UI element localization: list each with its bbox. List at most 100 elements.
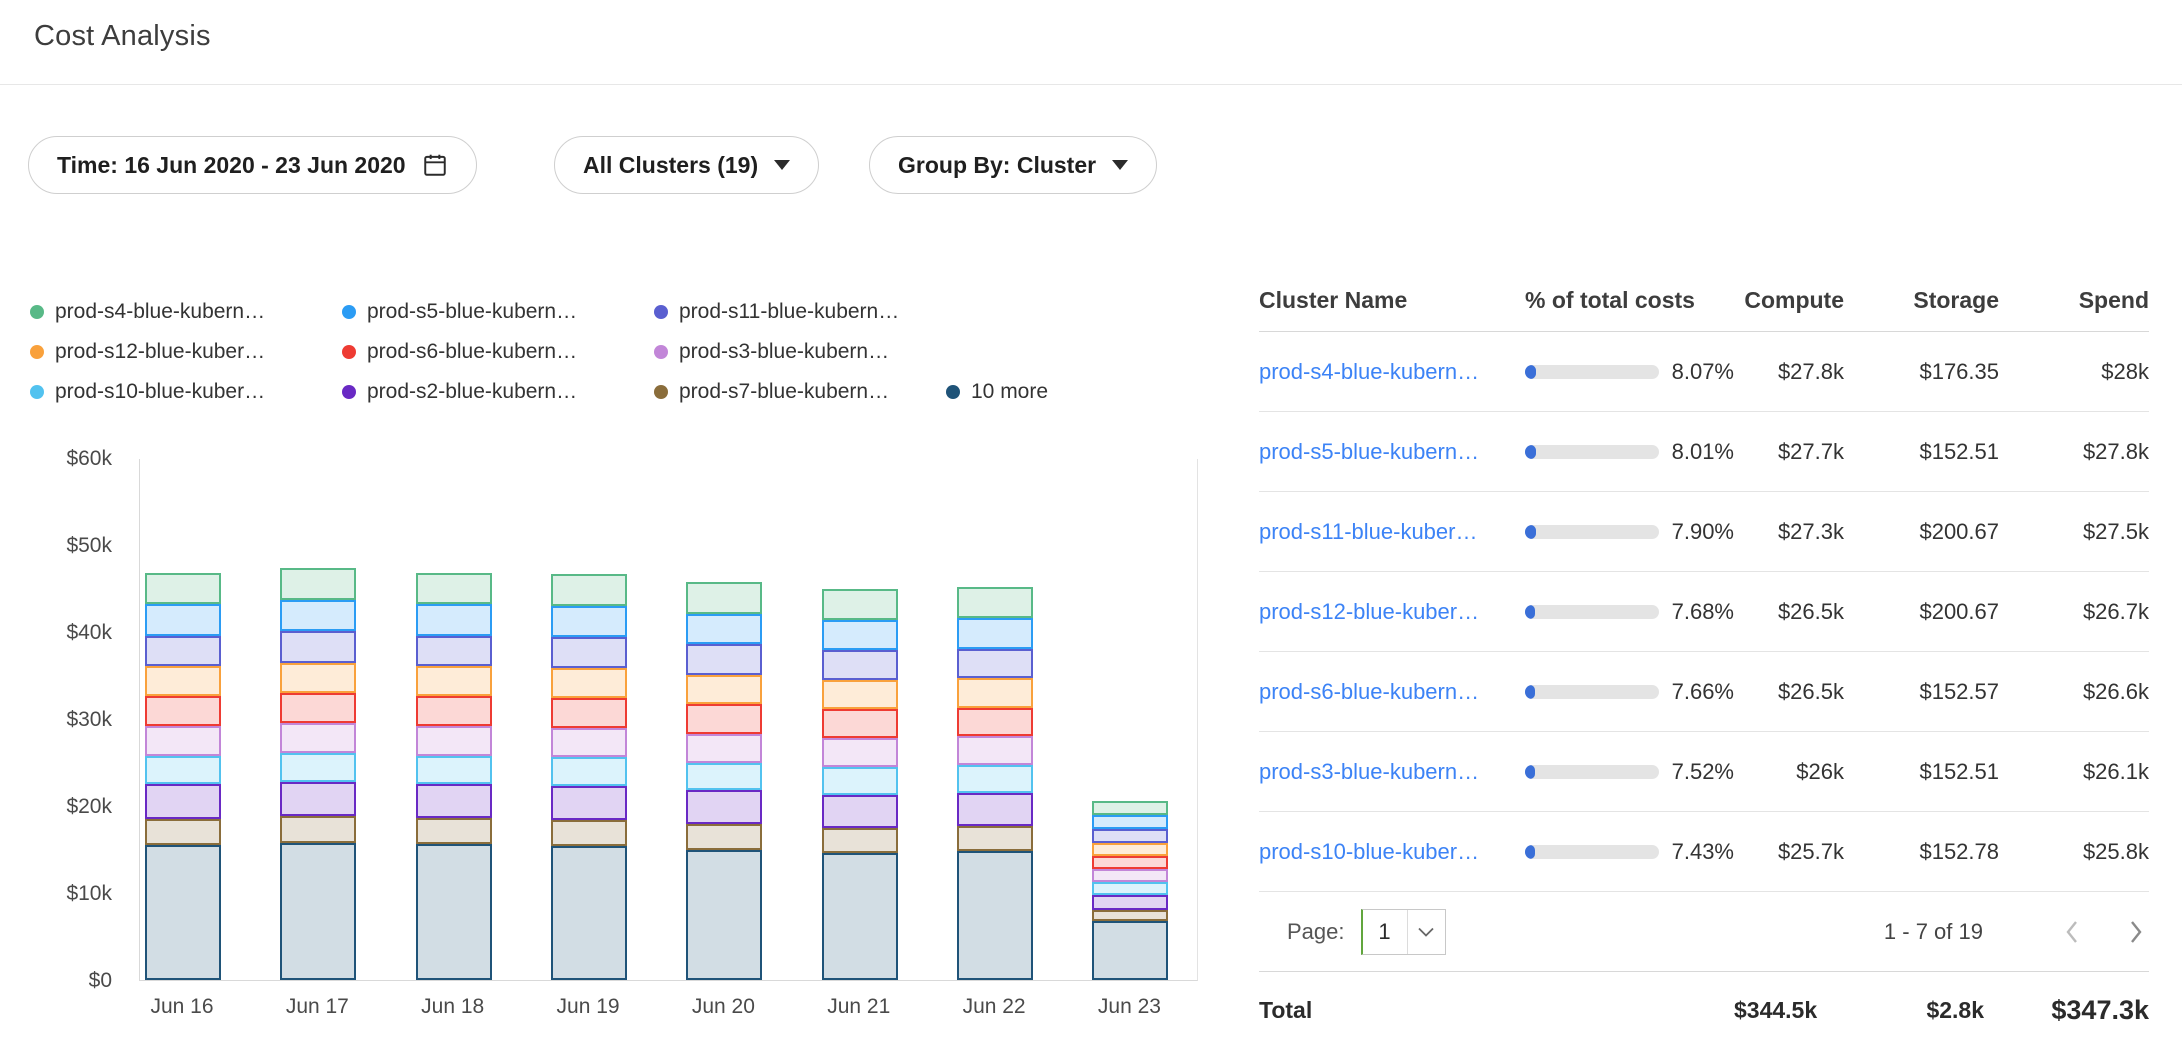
bar-segment-prod-s7-blue-kubern[interactable] xyxy=(1092,910,1168,921)
bar-segment-prod-s10-blue-kuber[interactable] xyxy=(957,765,1033,793)
bar-segment-prod-s3-blue-kubern[interactable] xyxy=(957,736,1033,765)
bar-segment-prod-s12-blue-kuber[interactable] xyxy=(1092,843,1168,856)
bar-segment-prod-s7-blue-kubern[interactable] xyxy=(280,816,356,842)
bar-segment-prod-s11-blue-kubern[interactable] xyxy=(145,636,221,666)
bar-segment-prod-s6-blue-kubern[interactable] xyxy=(822,709,898,738)
bar-segment-prod-s7-blue-kubern[interactable] xyxy=(416,818,492,844)
bar-segment-prod-s2-blue-kubern[interactable] xyxy=(280,782,356,817)
clusters-filter[interactable]: All Clusters (19) xyxy=(554,136,819,194)
bar-segment-prod-s7-blue-kubern[interactable] xyxy=(957,826,1033,851)
bar-segment-prod-s10-blue-kuber[interactable] xyxy=(416,756,492,785)
bar-segment-prod-s5-blue-kubern[interactable] xyxy=(822,620,898,650)
bar-segment-prod-s10-blue-kuber[interactable] xyxy=(822,767,898,795)
cluster-name-link[interactable]: prod-s11-blue-kuber… xyxy=(1259,519,1509,545)
bar-segment-prod-s11-blue-kubern[interactable] xyxy=(280,631,356,662)
bar-segment-prod-s7-blue-kubern[interactable] xyxy=(822,828,898,853)
bar-segment-prod-s2-blue-kubern[interactable] xyxy=(822,795,898,828)
bar-segment-prod-s4-blue-kubern[interactable] xyxy=(822,589,898,619)
next-page-button[interactable] xyxy=(2128,918,2145,946)
bar-segment-prod-s10-blue-kuber[interactable] xyxy=(280,753,356,782)
bar-segment-prod-s12-blue-kuber[interactable] xyxy=(280,663,356,693)
bar-segment-prod-s5-blue-kubern[interactable] xyxy=(145,604,221,635)
bar-segment-prod-s5-blue-kubern[interactable] xyxy=(416,604,492,635)
stacked-bar-jun-20[interactable] xyxy=(686,582,762,980)
bar-segment-prod-s11-blue-kubern[interactable] xyxy=(957,649,1033,679)
bar-segment-prod-s12-blue-kuber[interactable] xyxy=(551,668,627,698)
cluster-name-link[interactable]: prod-s5-blue-kubern… xyxy=(1259,439,1509,465)
cluster-name-link[interactable]: prod-s6-blue-kubern… xyxy=(1259,679,1509,705)
bar-segment-prod-s2-blue-kubern[interactable] xyxy=(957,793,1033,826)
bar-segment-prod-s2-blue-kubern[interactable] xyxy=(551,786,627,820)
bar-segment-10-more[interactable] xyxy=(686,850,762,981)
bar-segment-prod-s4-blue-kubern[interactable] xyxy=(416,573,492,604)
bar-segment-prod-s6-blue-kubern[interactable] xyxy=(416,696,492,726)
bar-segment-prod-s3-blue-kubern[interactable] xyxy=(822,738,898,767)
bar-segment-prod-s4-blue-kubern[interactable] xyxy=(145,573,221,604)
bar-segment-prod-s6-blue-kubern[interactable] xyxy=(957,708,1033,737)
bar-segment-prod-s3-blue-kubern[interactable] xyxy=(280,723,356,753)
bar-segment-prod-s5-blue-kubern[interactable] xyxy=(551,606,627,637)
bar-segment-prod-s2-blue-kubern[interactable] xyxy=(1092,895,1168,910)
cluster-name-link[interactable]: prod-s3-blue-kubern… xyxy=(1259,759,1509,785)
bar-segment-prod-s12-blue-kuber[interactable] xyxy=(822,680,898,710)
bar-segment-prod-s11-blue-kubern[interactable] xyxy=(551,637,627,667)
bar-segment-prod-s5-blue-kubern[interactable] xyxy=(1092,815,1168,829)
bar-segment-10-more[interactable] xyxy=(957,851,1033,980)
bar-segment-prod-s4-blue-kubern[interactable] xyxy=(957,587,1033,618)
bar-segment-prod-s6-blue-kubern[interactable] xyxy=(1092,856,1168,869)
bar-segment-prod-s10-blue-kuber[interactable] xyxy=(1092,882,1168,895)
time-range-filter[interactable]: Time: 16 Jun 2020 - 23 Jun 2020 xyxy=(28,136,477,194)
cluster-name-link[interactable]: prod-s4-blue-kubern… xyxy=(1259,359,1509,385)
bar-segment-prod-s2-blue-kubern[interactable] xyxy=(686,790,762,824)
cluster-name-link[interactable]: prod-s10-blue-kuber… xyxy=(1259,839,1509,865)
bar-segment-prod-s5-blue-kubern[interactable] xyxy=(686,614,762,644)
group-by-filter[interactable]: Group By: Cluster xyxy=(869,136,1157,194)
bar-segment-prod-s2-blue-kubern[interactable] xyxy=(416,784,492,818)
bar-segment-prod-s6-blue-kubern[interactable] xyxy=(686,704,762,734)
bar-segment-prod-s11-blue-kubern[interactable] xyxy=(686,644,762,674)
bar-segment-prod-s4-blue-kubern[interactable] xyxy=(280,568,356,600)
bar-segment-prod-s3-blue-kubern[interactable] xyxy=(551,728,627,758)
stacked-bar-jun-22[interactable] xyxy=(957,587,1033,980)
stacked-bar-jun-23[interactable] xyxy=(1092,801,1168,980)
bar-segment-prod-s2-blue-kubern[interactable] xyxy=(145,784,221,819)
bar-segment-prod-s4-blue-kubern[interactable] xyxy=(551,574,627,606)
cluster-name-link[interactable]: prod-s12-blue-kuber… xyxy=(1259,599,1509,625)
bar-segment-prod-s4-blue-kubern[interactable] xyxy=(686,582,762,613)
bar-segment-prod-s7-blue-kubern[interactable] xyxy=(145,819,221,845)
bar-segment-prod-s11-blue-kubern[interactable] xyxy=(416,636,492,666)
bar-segment-prod-s6-blue-kubern[interactable] xyxy=(551,698,627,728)
stacked-bar-jun-16[interactable] xyxy=(145,573,221,980)
bar-segment-10-more[interactable] xyxy=(145,845,221,980)
bar-segment-prod-s7-blue-kubern[interactable] xyxy=(686,824,762,849)
bar-segment-prod-s6-blue-kubern[interactable] xyxy=(280,693,356,723)
stacked-bar-jun-19[interactable] xyxy=(551,574,627,980)
bar-segment-prod-s5-blue-kubern[interactable] xyxy=(280,600,356,631)
bar-segment-prod-s3-blue-kubern[interactable] xyxy=(416,726,492,756)
bar-segment-prod-s11-blue-kubern[interactable] xyxy=(1092,829,1168,843)
bar-segment-10-more[interactable] xyxy=(416,844,492,980)
bar-segment-prod-s10-blue-kuber[interactable] xyxy=(686,763,762,791)
bar-segment-prod-s12-blue-kuber[interactable] xyxy=(416,666,492,696)
bar-segment-prod-s4-blue-kubern[interactable] xyxy=(1092,801,1168,815)
bar-segment-prod-s12-blue-kuber[interactable] xyxy=(957,678,1033,708)
prev-page-button[interactable] xyxy=(2063,918,2080,946)
bar-segment-prod-s3-blue-kubern[interactable] xyxy=(145,726,221,756)
bar-segment-prod-s12-blue-kuber[interactable] xyxy=(686,675,762,705)
bar-segment-prod-s3-blue-kubern[interactable] xyxy=(686,734,762,763)
bar-segment-prod-s7-blue-kubern[interactable] xyxy=(551,820,627,846)
bar-segment-10-more[interactable] xyxy=(822,853,898,980)
bar-segment-prod-s6-blue-kubern[interactable] xyxy=(145,696,221,726)
bar-segment-prod-s10-blue-kuber[interactable] xyxy=(145,756,221,785)
bar-segment-10-more[interactable] xyxy=(280,843,356,980)
page-select[interactable]: 1 xyxy=(1361,909,1446,955)
bar-segment-10-more[interactable] xyxy=(551,846,627,980)
bar-segment-10-more[interactable] xyxy=(1092,921,1168,980)
bar-segment-prod-s10-blue-kuber[interactable] xyxy=(551,757,627,786)
stacked-bar-jun-17[interactable] xyxy=(280,568,356,980)
bar-segment-prod-s11-blue-kubern[interactable] xyxy=(822,650,898,680)
bar-segment-prod-s3-blue-kubern[interactable] xyxy=(1092,869,1168,882)
bar-segment-prod-s5-blue-kubern[interactable] xyxy=(957,618,1033,648)
stacked-bar-jun-18[interactable] xyxy=(416,573,492,980)
stacked-bar-jun-21[interactable] xyxy=(822,589,898,980)
